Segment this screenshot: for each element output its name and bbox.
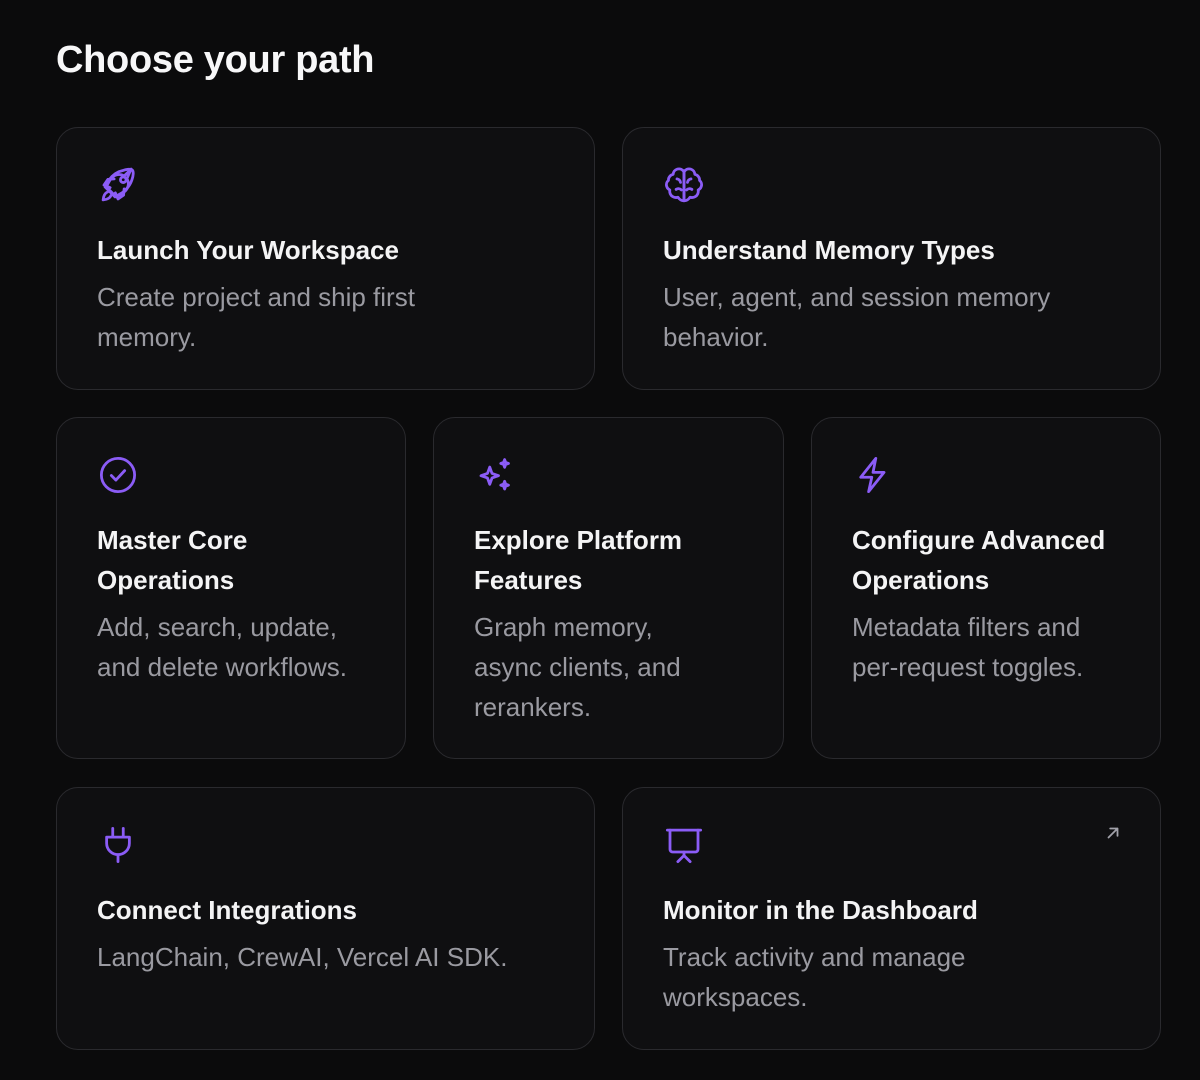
card-description: Graph memory, async clients, and reranke…: [474, 612, 681, 722]
card-memory-types[interactable]: Understand Memory Types User, agent, and…: [622, 127, 1161, 390]
card-title: Launch Your Workspace: [97, 235, 399, 265]
card-title: Understand Memory Types: [663, 235, 995, 265]
card-title: Monitor in the Dashboard: [663, 895, 978, 925]
external-link-arrow-icon[interactable]: [1104, 824, 1122, 842]
card-description: Add, search, update, and delete workflow…: [97, 612, 348, 682]
card-title: Connect Integrations: [97, 895, 358, 925]
card-title: Configure Advanced Operations: [852, 525, 1106, 595]
card-description: LangChain, CrewAI, Vercel AI SDK.: [97, 942, 508, 972]
card-platform-features[interactable]: Explore Platform Features Graph memory, …: [433, 417, 784, 759]
rocket-icon: [97, 164, 139, 206]
card-description: User, agent, and session memory behavior…: [663, 282, 1051, 352]
brain-icon: [663, 164, 705, 206]
page-title: Choose your path: [56, 39, 375, 81]
card-core-operations[interactable]: Master Core Operations Add, search, upda…: [56, 417, 406, 759]
plug-icon: [97, 824, 139, 866]
card-advanced-operations[interactable]: Configure Advanced Operations Metadata f…: [811, 417, 1161, 759]
card-launch-workspace[interactable]: Launch Your Workspace Create project and…: [56, 127, 595, 390]
card-dashboard[interactable]: Monitor in the Dashboard Track activity …: [622, 787, 1161, 1050]
card-title: Explore Platform Features: [474, 525, 683, 595]
card-description: Track activity and manage workspaces.: [663, 942, 966, 1012]
sparkles-icon: [474, 454, 516, 496]
card-description: Create project and ship first memory.: [97, 282, 415, 352]
presentation-screen-icon: [663, 824, 705, 866]
card-integrations[interactable]: Connect Integrations LangChain, CrewAI, …: [56, 787, 595, 1050]
check-circle-icon: [97, 454, 139, 496]
card-description: Metadata filters and per-request toggles…: [852, 612, 1084, 682]
lightning-icon: [852, 454, 894, 496]
card-title: Master Core Operations: [97, 525, 248, 595]
